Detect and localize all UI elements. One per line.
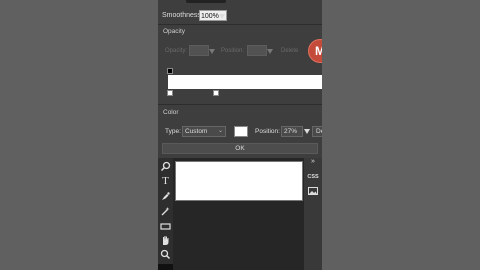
editor-workspace: T » CSS [158,158,322,270]
zoom-tool-icon[interactable] [160,249,171,260]
opacity-section-title: Opacity [163,28,186,35]
tools-column: T [158,158,173,270]
pen-icon[interactable] [160,191,171,202]
css-button[interactable]: CSS [306,174,320,180]
type-select[interactable]: Custom ⌄ [182,126,226,137]
color-stop-marker-selected[interactable] [213,90,219,96]
canvas-area[interactable] [173,158,304,270]
color-delete-button[interactable]: De [312,126,322,137]
color-position-input[interactable]: 27% [281,126,303,137]
gradient-editor-panel: Smoothness: 100% Opacity Opacity: Positi… [158,0,322,270]
opacity-label: Opacity: [165,48,188,54]
opacity-position-input[interactable] [247,45,267,56]
image-icon[interactable] [306,187,320,197]
magic-wand-icon[interactable] [160,206,171,217]
m-logo-badge: M [308,39,322,63]
gradient-preview-bar[interactable] [168,75,322,89]
opacity-dropdown-arrow-icon[interactable] [209,49,215,54]
expand-panels-icon[interactable]: » [306,158,320,165]
opacity-position-label: Position: [221,48,245,54]
opacity-input[interactable] [189,45,209,56]
eraser-icon[interactable] [160,221,171,232]
color-position-label: Position: [255,128,280,135]
color-swatch-foreground[interactable] [158,264,173,270]
opacity-delete-button[interactable]: Delete [281,48,298,54]
color-swatch[interactable] [234,126,248,137]
opacity-stop-marker[interactable] [167,68,173,74]
document-canvas[interactable] [175,161,303,201]
color-controls-row: Type: Custom ⌄ Position: 27% De [164,126,322,138]
type-value: Custom [185,128,208,135]
ok-button[interactable]: OK [162,143,318,154]
smoothness-label: Smoothness: [162,12,203,19]
chevron-down-icon: ⌄ [217,128,223,134]
opacity-position-dropdown-arrow-icon[interactable] [267,49,273,54]
divider [158,24,322,25]
divider [158,104,322,105]
text-icon[interactable]: T [160,176,171,187]
color-section-title: Color [163,109,179,116]
color-stop-marker-left[interactable] [167,90,173,96]
zoom-icon[interactable] [160,161,171,172]
color-position-dropdown-arrow-icon[interactable] [304,129,310,134]
type-label: Type: [165,128,181,135]
hand-icon[interactable] [160,235,171,246]
right-side-panel: » CSS [304,158,322,270]
panel-handle[interactable] [186,0,226,3]
smoothness-dropdown-arrow-icon[interactable] [219,14,225,19]
